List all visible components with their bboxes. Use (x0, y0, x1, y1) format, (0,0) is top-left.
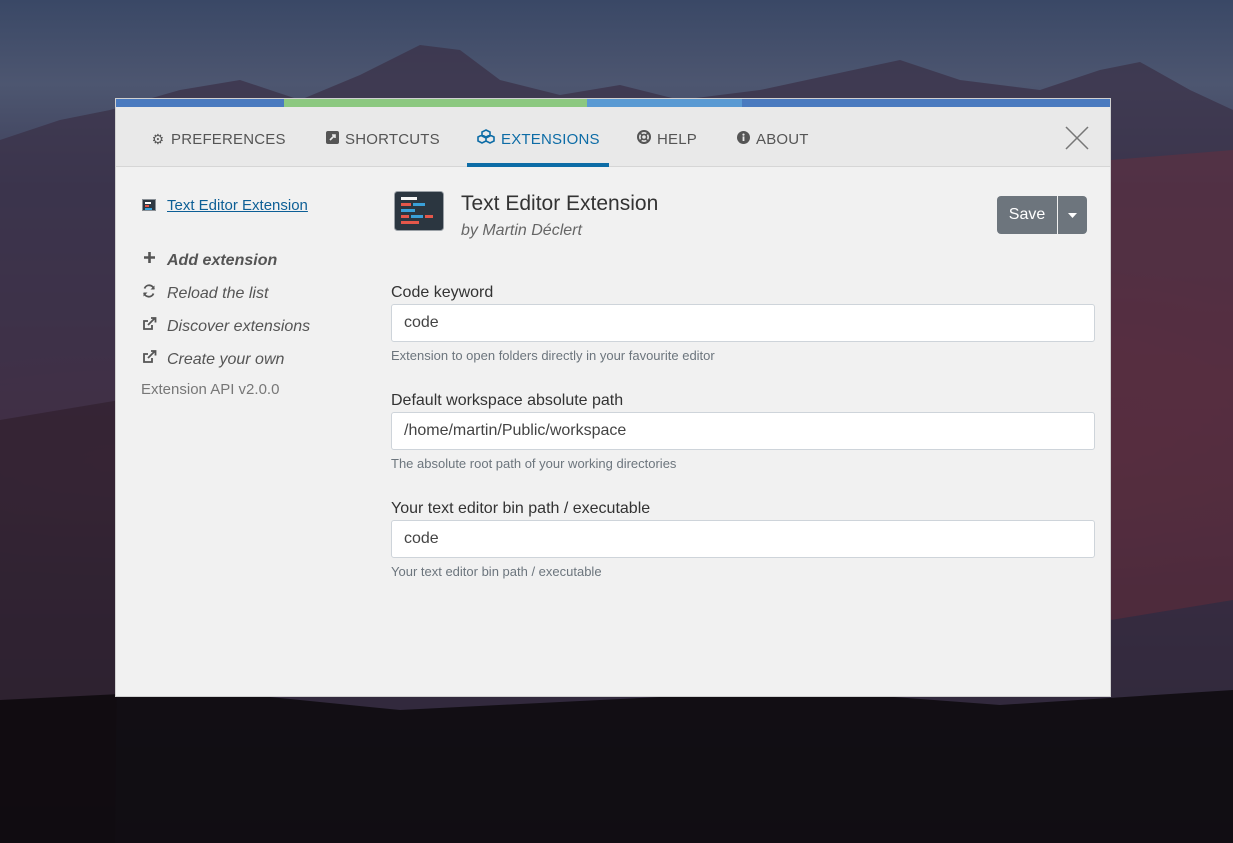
tab-label: HELP (657, 131, 697, 148)
editor-bin-path-label: Your text editor bin path / executable (391, 500, 651, 517)
plus-icon (141, 251, 157, 268)
extension-title: Text Editor Extension (461, 192, 659, 215)
editor-bin-path-input[interactable] (391, 520, 1095, 558)
refresh-icon (141, 284, 157, 302)
workspace-path-input[interactable] (391, 412, 1095, 450)
tab-label: SHORTCUTS (345, 131, 440, 148)
code-keyword-label: Code keyword (391, 284, 494, 301)
workspace-path-label: Default workspace absolute path (391, 392, 624, 409)
save-options-dropdown[interactable] (1058, 196, 1087, 234)
sidebar-link-label: Add extension (167, 252, 278, 269)
settings-dialog: ⚙ PREFERENCES SHORTCUTS EXTENSIONS HELP A… (115, 98, 1111, 697)
tab-help[interactable]: HELP (637, 107, 697, 167)
external-square-icon (325, 107, 339, 171)
tab-label: EXTENSIONS (501, 131, 600, 148)
color-bar (116, 99, 1110, 107)
code-editor-icon (394, 191, 444, 231)
discover-extensions-link[interactable]: Discover extensions (141, 316, 361, 338)
api-version: Extension API v2.0.0 (141, 381, 280, 398)
editor-bin-path-help: Your text editor bin path / executable (391, 564, 602, 579)
caret-down-icon (1068, 212, 1077, 218)
save-button-group: Save (997, 196, 1087, 234)
life-ring-icon (637, 107, 651, 171)
tab-about[interactable]: ABOUT (736, 107, 809, 167)
gear-icon: ⚙ (151, 131, 165, 147)
sidebar-link-label: Create your own (167, 351, 285, 368)
add-extension-button[interactable]: Add extension (141, 250, 361, 272)
cubes-icon (477, 107, 495, 171)
workspace-path-help: The absolute root path of your working d… (391, 456, 677, 471)
info-circle-icon (736, 107, 750, 171)
tab-bar: ⚙ PREFERENCES SHORTCUTS EXTENSIONS HELP A… (116, 107, 1110, 167)
external-link-icon (141, 350, 157, 368)
create-your-own-link[interactable]: Create your own (141, 349, 361, 371)
sidebar-link-label: Reload the list (167, 285, 269, 302)
tab-label: ABOUT (756, 131, 809, 148)
code-keyword-input[interactable] (391, 304, 1095, 342)
tab-shortcuts[interactable]: SHORTCUTS (325, 107, 440, 167)
close-icon[interactable] (1064, 125, 1090, 151)
sidebar-extension-link[interactable]: Text Editor Extension (167, 197, 308, 214)
sidebar-link-label: Discover extensions (167, 318, 311, 335)
tab-extensions[interactable]: EXTENSIONS (467, 107, 609, 167)
code-editor-icon (142, 199, 156, 211)
code-keyword-help: Extension to open folders directly in yo… (391, 348, 715, 363)
save-button[interactable]: Save (997, 196, 1057, 234)
reload-list-button[interactable]: Reload the list (141, 283, 361, 305)
tab-preferences[interactable]: ⚙ PREFERENCES (151, 107, 286, 167)
external-link-icon (141, 317, 157, 335)
tab-label: PREFERENCES (171, 131, 286, 148)
extension-author: by Martin Déclert (461, 222, 582, 239)
